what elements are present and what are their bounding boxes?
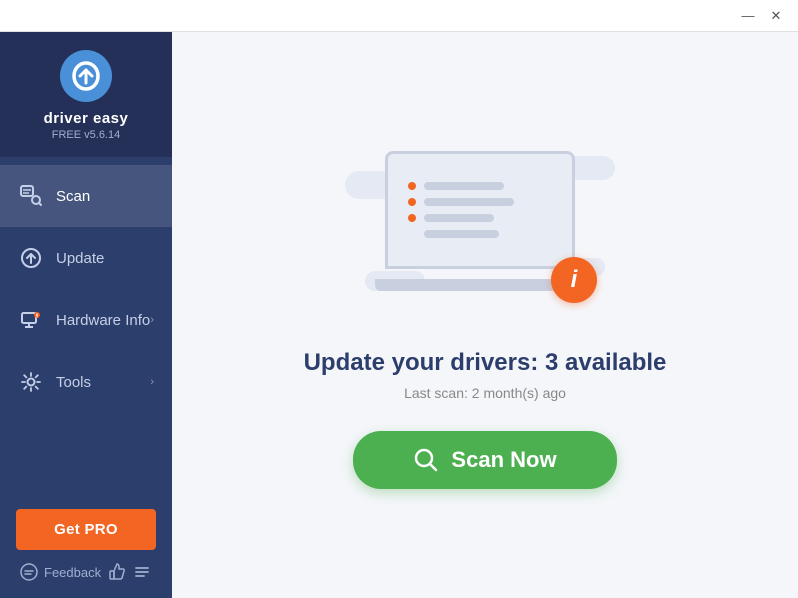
main-title: Update your drivers: 3 available: [304, 349, 667, 377]
list-icon: [132, 562, 152, 582]
app-name: driver easy: [44, 110, 129, 127]
info-badge: i: [551, 257, 597, 303]
hardware-info-icon: [18, 307, 44, 333]
screen-row-4: [408, 230, 552, 238]
screen-line-3: [424, 214, 494, 222]
thumbs-up-button[interactable]: [107, 562, 127, 582]
scan-now-button[interactable]: Scan Now: [353, 431, 616, 489]
screen-dot-1: [408, 182, 416, 190]
sidebar-nav: Scan Update: [0, 157, 172, 497]
feedback-button[interactable]: Feedback: [20, 562, 101, 582]
close-button[interactable]: ✕: [762, 5, 790, 27]
screen-row-2: [408, 198, 552, 206]
screen-line-1: [424, 182, 504, 190]
scan-now-label: Scan Now: [451, 447, 556, 473]
sidebar-item-hardware-info[interactable]: Hardware Info ›: [0, 289, 172, 351]
main-subtitle: Last scan: 2 month(s) ago: [404, 385, 566, 401]
screen-dot-3: [408, 214, 416, 222]
sidebar-footer: Get PRO Feedback: [0, 497, 172, 598]
screen-row-3: [408, 214, 552, 222]
title-bar: — ✕: [0, 0, 798, 32]
tools-arrow-icon: ›: [150, 376, 154, 388]
sidebar-item-scan[interactable]: Scan: [0, 165, 172, 227]
sidebar-header: driver easy FREE v5.6.14: [0, 32, 172, 157]
update-icon: [18, 245, 44, 271]
minimize-button[interactable]: —: [734, 5, 762, 27]
screen-line-4: [424, 230, 499, 238]
scan-icon: [18, 183, 44, 209]
sidebar-item-scan-label: Scan: [56, 188, 154, 205]
sidebar-item-update[interactable]: Update: [0, 227, 172, 289]
sidebar-item-hardware-info-label: Hardware Info: [56, 312, 150, 329]
screen-row-1: [408, 182, 552, 190]
screen-dot-2: [408, 198, 416, 206]
feedback-label: Feedback: [44, 565, 101, 580]
main-content: i Update your drivers: 3 available Last …: [172, 32, 798, 598]
hardware-info-arrow-icon: ›: [150, 314, 154, 326]
sidebar-item-tools[interactable]: Tools ›: [0, 351, 172, 413]
app-version: FREE v5.6.14: [52, 129, 120, 141]
laptop-screen: [385, 151, 575, 269]
sidebar: driver easy FREE v5.6.14 Scan: [0, 32, 172, 598]
get-pro-button[interactable]: Get PRO: [16, 509, 156, 550]
app-body: driver easy FREE v5.6.14 Scan: [0, 32, 798, 598]
sidebar-item-tools-label: Tools: [56, 374, 150, 391]
sidebar-item-update-label: Update: [56, 250, 154, 267]
thumbs-up-icon: [107, 562, 127, 582]
tools-icon: [18, 369, 44, 395]
scan-now-icon: [413, 447, 439, 473]
app-logo: [60, 50, 112, 102]
feedback-icon: [20, 563, 38, 581]
footer-actions: Feedback: [16, 558, 156, 582]
illustration: i: [345, 141, 625, 321]
list-button[interactable]: [132, 562, 152, 582]
screen-line-2: [424, 198, 514, 206]
screen-content: [388, 168, 572, 252]
